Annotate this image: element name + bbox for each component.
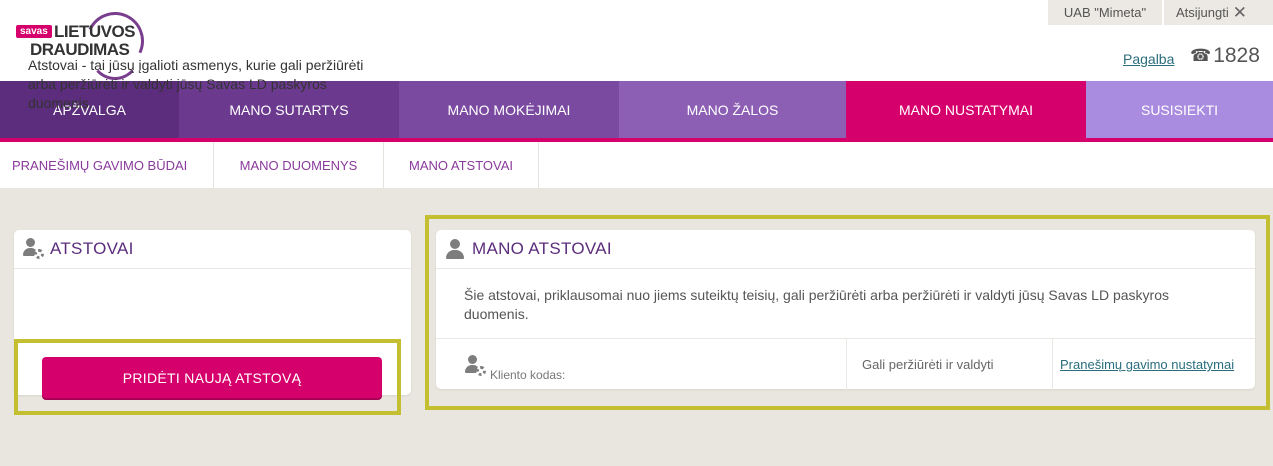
subnav-my-representatives[interactable]: MANO ATSTOVAI	[384, 142, 539, 188]
nav-item-claims[interactable]: MANO ŽALOS	[619, 81, 846, 138]
nav-item-payments[interactable]: MANO MOKĖJIMAI	[399, 81, 619, 138]
logo-savas: savas	[16, 25, 52, 38]
nav-item-contact[interactable]: SUSISIEKTI	[1086, 81, 1273, 138]
panel-title: ATSTOVAI	[50, 239, 134, 258]
logout-label: Atsijungti	[1176, 5, 1229, 20]
highlight-box-left	[14, 339, 401, 415]
panel-header: ATSTOVAI	[14, 230, 411, 269]
company-name[interactable]: UAB "Mimeta"	[1048, 0, 1162, 25]
highlight-box-right	[425, 215, 1270, 410]
phone-icon: ☎	[1190, 46, 1212, 65]
sub-nav: PRANEŠIMŲ GAVIMO BŪDAI MANO DUOMENYS MAN…	[0, 142, 1273, 188]
nav-item-settings[interactable]: MANO NUSTATYMAI	[846, 81, 1086, 138]
phone-label: 1828	[1213, 44, 1260, 67]
subnav-notification-methods[interactable]: PRANEŠIMŲ GAVIMO BŪDAI	[0, 142, 214, 188]
user-settings-icon	[22, 237, 44, 261]
logo-line1: LIETUVOS	[54, 22, 136, 41]
representatives-description: Atstovai - tai jūsų įgalioti asmenys, ku…	[28, 57, 364, 111]
phone-number[interactable]: ☎ 1828	[1190, 44, 1260, 68]
subnav-my-data[interactable]: MANO DUOMENYS	[214, 142, 384, 188]
logout-button[interactable]: Atsijungti ✕	[1164, 0, 1273, 25]
help-link[interactable]: Pagalba	[1123, 51, 1174, 67]
close-icon: ✕	[1232, 3, 1247, 22]
